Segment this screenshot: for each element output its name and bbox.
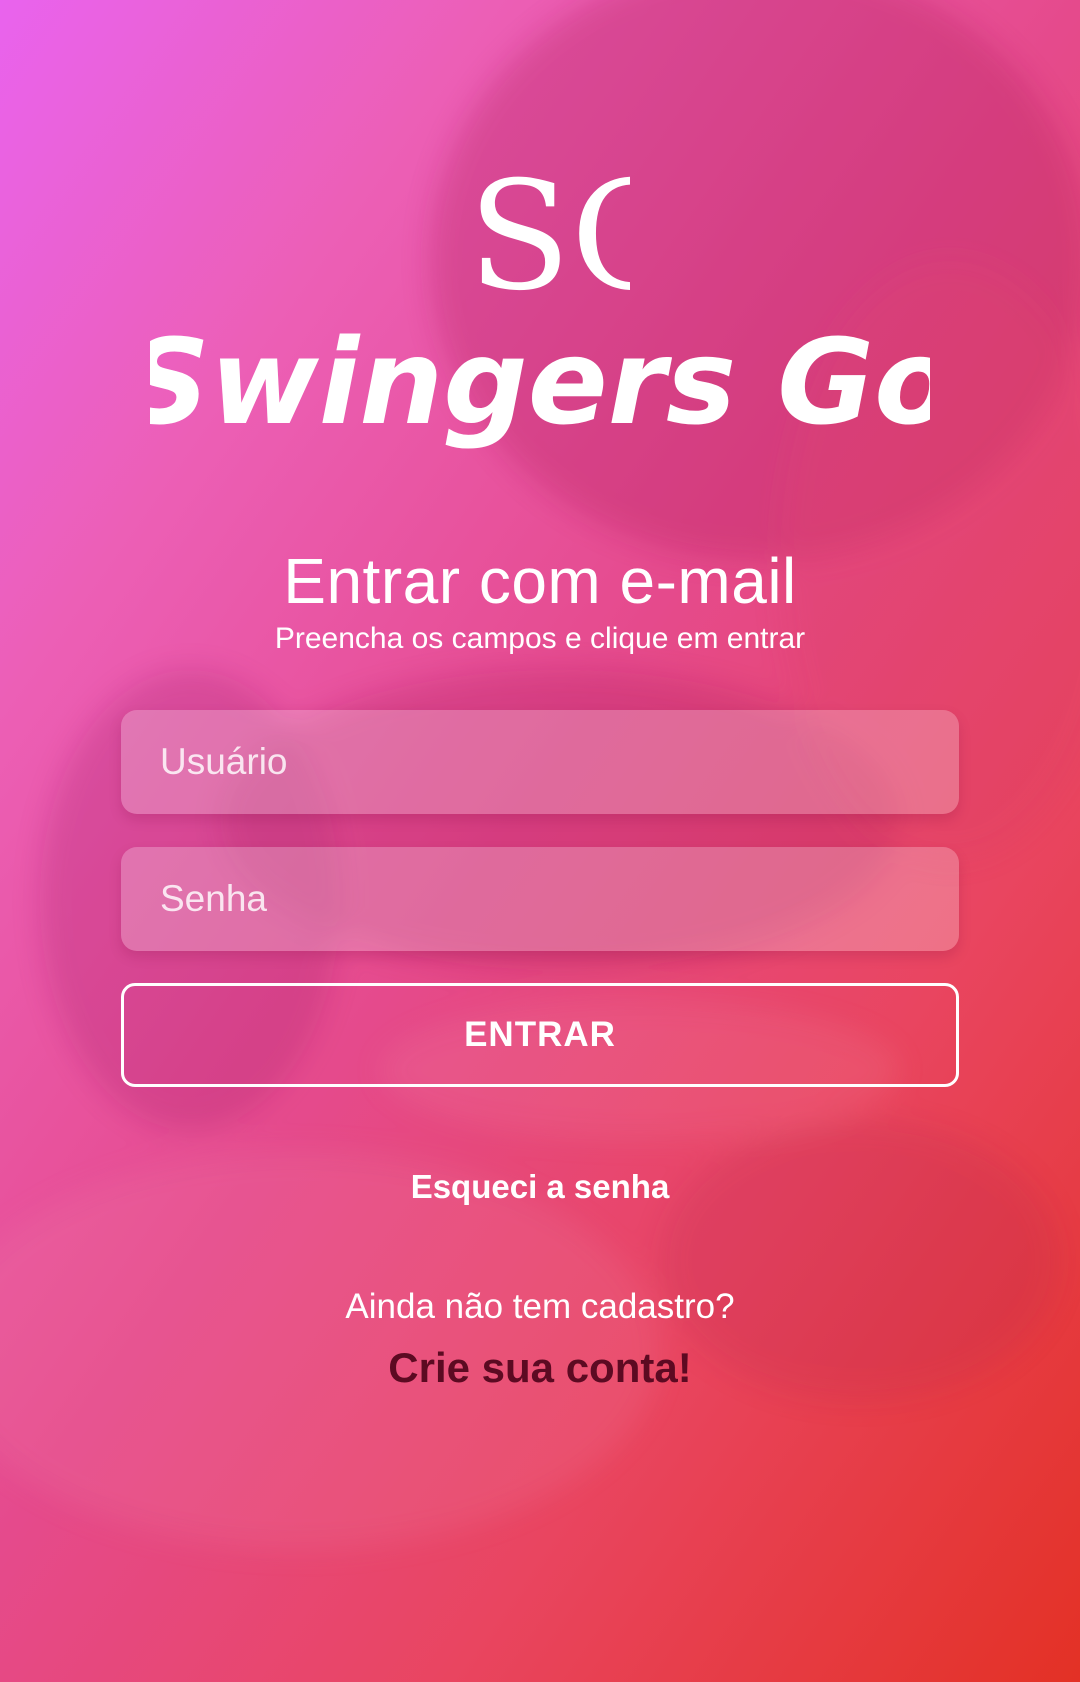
brand-wordmark: Swingers Go bbox=[150, 315, 930, 451]
login-button[interactable]: ENTRAR bbox=[121, 983, 959, 1087]
brand-logo: SG Swingers Go bbox=[0, 150, 1080, 465]
svg-text:SG: SG bbox=[468, 150, 630, 315]
username-field[interactable] bbox=[121, 710, 959, 814]
password-field[interactable] bbox=[121, 847, 959, 951]
password-input[interactable] bbox=[160, 847, 959, 951]
username-input[interactable] bbox=[160, 710, 959, 814]
no-account-text: Ainda não tem cadastro? bbox=[345, 1287, 735, 1326]
create-account-link[interactable]: Crie sua conta! bbox=[0, 1340, 1080, 1396]
forgot-password-link[interactable]: Esqueci a senha bbox=[0, 1163, 1080, 1211]
page-subtitle: Preencha os campos e clique em entrar bbox=[274, 622, 806, 655]
svg-text:Swingers Go: Swingers Go bbox=[150, 315, 930, 451]
monogram-logo-icon: SG bbox=[468, 150, 630, 315]
page-title: Entrar com e-mail bbox=[283, 545, 797, 617]
login-screen: SG Swingers Go Entrar com e-mail Preench… bbox=[0, 0, 1080, 1682]
